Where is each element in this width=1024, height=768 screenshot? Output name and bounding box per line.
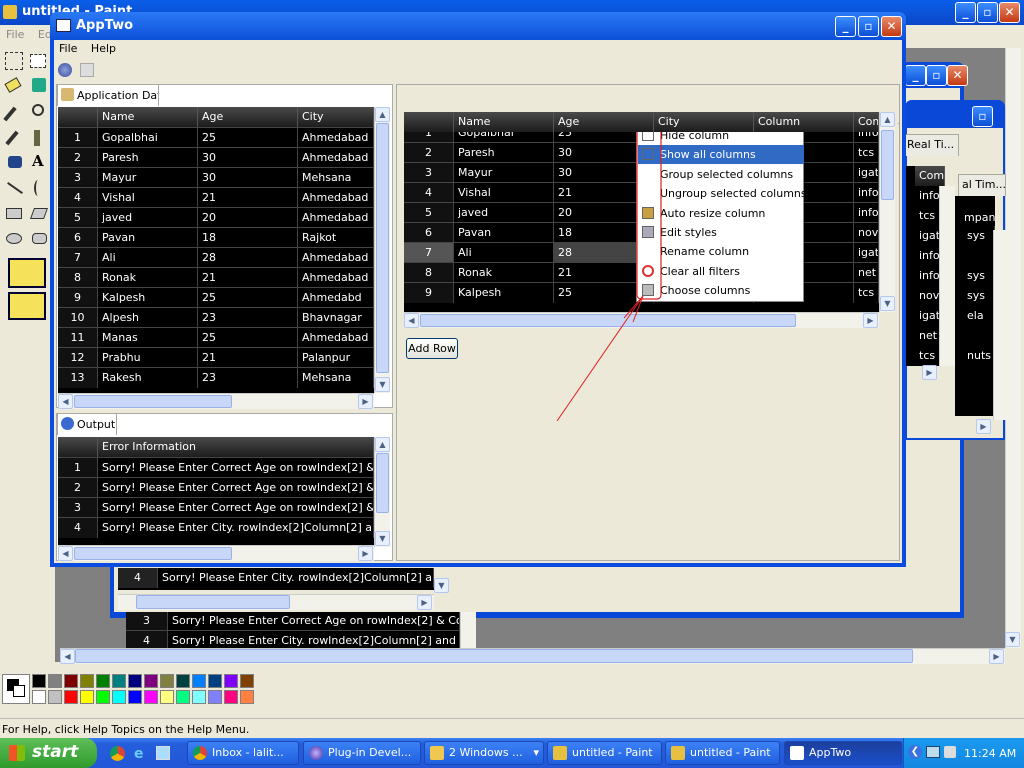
system-tray: ❮ 11:24 AM <box>903 738 1024 768</box>
task-paint-1[interactable]: untitled - Paint <box>547 741 662 765</box>
annotation-highlight-box <box>636 124 662 300</box>
ie-quicklaunch-icon[interactable]: e <box>134 746 149 762</box>
volume-tray-icon[interactable] <box>944 746 956 758</box>
task-inbox-label: Inbox - lalit... <box>212 746 284 759</box>
task-windows-group-dropdown-icon: ▾ <box>533 746 539 759</box>
network-tray-icon[interactable] <box>926 746 940 758</box>
explorer-quicklaunch-icon[interactable] <box>156 746 170 760</box>
task-paint-1-label: untitled - Paint <box>572 746 653 759</box>
task-paint-2-icon <box>671 746 685 760</box>
task-windows-group[interactable]: 2 Windows ... ▾ <box>424 741 544 765</box>
column-grid-header-com[interactable]: Com <box>854 112 879 132</box>
task-apptwo-icon <box>790 746 804 760</box>
task-inbox-icon <box>193 746 207 760</box>
column-grid-header-city[interactable]: City <box>654 112 754 132</box>
task-paint-1-icon <box>553 746 567 760</box>
task-inbox[interactable]: Inbox - lalit... <box>187 741 299 765</box>
task-windows-group-label: 2 Windows ... <box>449 746 523 759</box>
task-paint-2-label: untitled - Paint <box>690 746 771 759</box>
task-plugin-devel-icon <box>309 746 323 760</box>
annotation-arrow-line <box>556 295 644 422</box>
task-paint-2[interactable]: untitled - Paint <box>665 741 780 765</box>
task-windows-group-icon <box>430 746 444 760</box>
clock: 11:24 AM <box>964 747 1017 760</box>
chrome-quicklaunch-icon[interactable] <box>110 746 125 761</box>
column-grid-header-column[interactable]: Column <box>754 112 854 132</box>
task-apptwo[interactable]: AppTwo <box>784 741 902 765</box>
task-plugin-devel[interactable]: Plug-in Devel... <box>303 741 421 765</box>
column-grid-header-index <box>404 112 454 132</box>
tray-expand-icon[interactable]: ❮ <box>908 745 922 759</box>
column-grid-header-age[interactable]: Age <box>554 112 654 132</box>
start-label: start <box>32 742 79 762</box>
task-plugin-devel-label: Plug-in Devel... <box>328 746 412 759</box>
column-grid-header-name[interactable]: Name <box>454 112 554 132</box>
windows-logo-icon <box>9 745 25 761</box>
task-apptwo-label: AppTwo <box>809 746 852 759</box>
